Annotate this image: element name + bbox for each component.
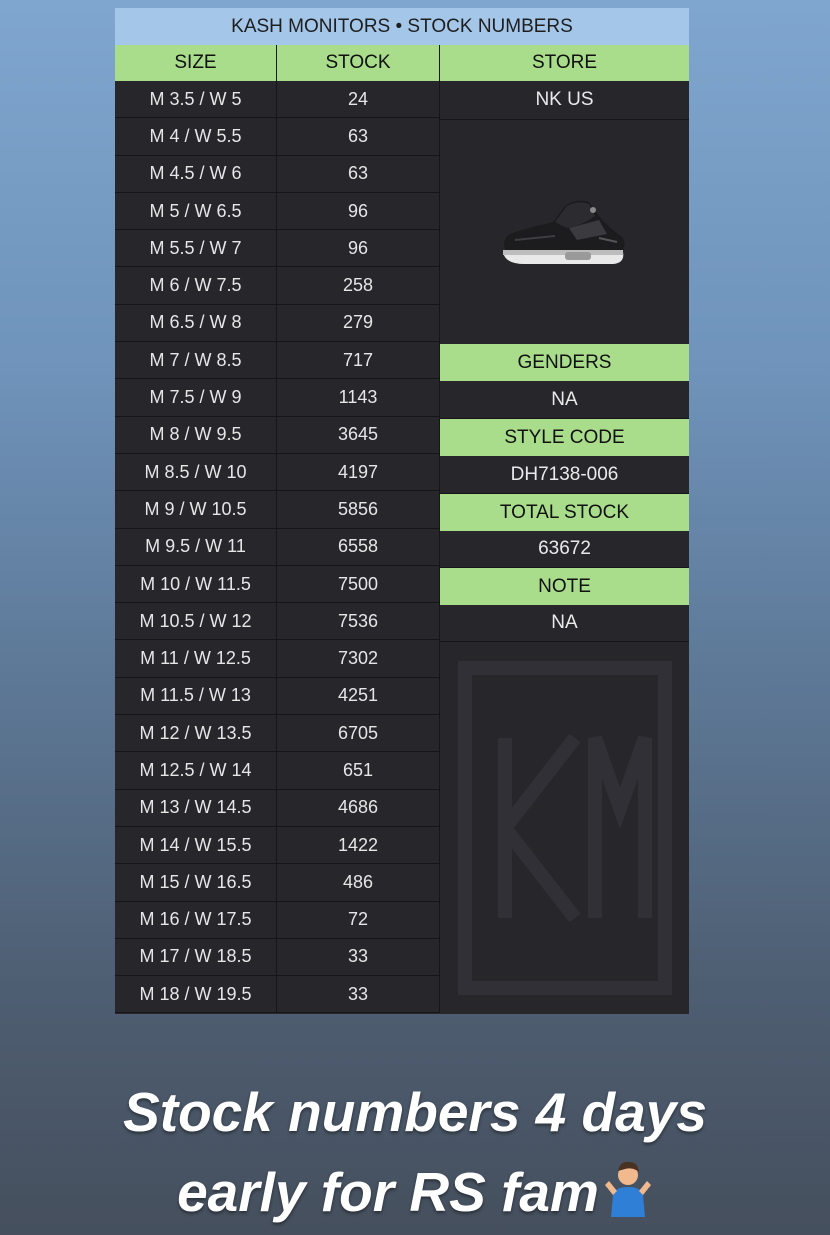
- size-cell: M 9 / W 10.5: [115, 491, 277, 528]
- size-cell: M 18 / W 19.5: [115, 976, 277, 1013]
- size-cell: M 12.5 / W 14: [115, 752, 277, 789]
- header-store: STORE: [440, 45, 689, 81]
- person-shrugging-emoji: [604, 1161, 651, 1217]
- style-code-label: STYLE CODE: [440, 419, 689, 456]
- product-image-cell: [440, 120, 689, 345]
- caption-line-2-text: early for RS fam: [177, 1161, 599, 1223]
- stock-cell: 7302: [277, 640, 440, 677]
- stock-cell: 6705: [277, 715, 440, 752]
- table-row: M 11.5 / W 13 4251: [115, 677, 440, 716]
- size-cell: M 3.5 / W 5: [115, 81, 277, 118]
- size-cell: M 12 / W 13.5: [115, 715, 277, 752]
- table-row: M 12.5 / W 14 651: [115, 752, 440, 790]
- stock-cell: 7500: [277, 565, 440, 603]
- size-cell: M 10 / W 11.5: [115, 565, 277, 603]
- table-row: M 11 / W 12.5 7302: [115, 640, 440, 678]
- genders-label: GENDERS: [440, 344, 689, 381]
- table-row: M 3.5 / W 5 24: [115, 81, 440, 119]
- note-value: NA: [440, 605, 689, 642]
- total-stock-value: 63672: [440, 531, 689, 568]
- size-cell: M 4.5 / W 6: [115, 155, 277, 192]
- caption-line-1: Stock numbers 4 days: [123, 1081, 707, 1143]
- store-value: NK US: [440, 81, 689, 120]
- table-row: M 7 / W 8.5 717: [115, 342, 440, 380]
- size-cell: M 11 / W 12.5: [115, 640, 277, 677]
- table-row: M 6.5 / W 8 279: [115, 304, 440, 343]
- stock-cell: 651: [277, 752, 440, 789]
- stock-cell: 279: [277, 304, 440, 342]
- size-cell: M 8.5 / W 10: [115, 453, 277, 491]
- stock-cell: 63: [277, 155, 440, 192]
- stock-cell: 96: [277, 230, 440, 267]
- table-row: M 10.5 / W 12 7536: [115, 603, 440, 641]
- stock-cell: 5856: [277, 491, 440, 528]
- stock-cell: 258: [277, 267, 440, 304]
- stock-cell: 7536: [277, 603, 440, 640]
- table-row: M 18 / W 19.5 33: [115, 976, 440, 1014]
- stock-cell: 24: [277, 81, 440, 118]
- table-row: M 10 / W 11.5 7500: [115, 565, 440, 604]
- stock-cell: 4251: [277, 677, 440, 715]
- stock-cell: 4197: [277, 453, 440, 491]
- table-row: M 5 / W 6.5 96: [115, 192, 440, 231]
- size-cell: M 5 / W 6.5: [115, 192, 277, 230]
- table-row: M 5.5 / W 7 96: [115, 230, 440, 268]
- table-row: M 4 / W 5.5 63: [115, 118, 440, 156]
- table-row: M 15 / W 16.5 486: [115, 864, 440, 902]
- size-cell: M 16 / W 17.5: [115, 901, 277, 938]
- size-cell: M 7.5 / W 9: [115, 379, 277, 416]
- table-row: M 6 / W 7.5 258: [115, 267, 440, 305]
- total-stock-label: TOTAL STOCK: [440, 494, 689, 531]
- sneaker-image: [502, 200, 625, 264]
- note-label: NOTE: [440, 568, 689, 605]
- table-row: M 8.5 / W 10 4197: [115, 453, 440, 492]
- watermark-logo: [445, 648, 685, 1008]
- size-cell: M 14 / W 15.5: [115, 826, 277, 864]
- caption-line-2: early for RS fam: [0, 1152, 830, 1232]
- table-row: M 16 / W 17.5 72: [115, 901, 440, 939]
- size-cell: M 6.5 / W 8: [115, 304, 277, 342]
- style-code-value: DH7138-006: [440, 456, 689, 494]
- size-cell: M 8 / W 9.5: [115, 416, 277, 453]
- genders-value: NA: [440, 381, 689, 419]
- table-row: M 9.5 / W 11 6558: [115, 528, 440, 566]
- size-cell: M 5.5 / W 7: [115, 230, 277, 267]
- size-cell: M 15 / W 16.5: [115, 864, 277, 901]
- stock-cell: 3645: [277, 416, 440, 453]
- stock-cell: 4686: [277, 789, 440, 826]
- sheet-title: KASH MONITORS • STOCK NUMBERS: [115, 8, 689, 46]
- size-cell: M 9.5 / W 11: [115, 528, 277, 565]
- stock-cell: 63: [277, 118, 440, 155]
- header-stock: STOCK: [277, 45, 440, 81]
- size-cell: M 11.5 / W 13: [115, 677, 277, 715]
- stock-cell: 717: [277, 342, 440, 379]
- table-row: M 4.5 / W 6 63: [115, 155, 440, 193]
- stock-cell: 6558: [277, 528, 440, 565]
- size-cell: M 4 / W 5.5: [115, 118, 277, 155]
- stock-cell: 1143: [277, 379, 440, 416]
- header-size: SIZE: [115, 45, 277, 81]
- size-cell: M 17 / W 18.5: [115, 938, 277, 976]
- story-caption: Stock numbers 4 days early for RS fam: [0, 1072, 830, 1232]
- table-row: M 9 / W 10.5 5856: [115, 491, 440, 529]
- table-row: M 8 / W 9.5 3645: [115, 416, 440, 454]
- stock-cell: 72: [277, 901, 440, 938]
- table-row: M 7.5 / W 9 1143: [115, 379, 440, 417]
- size-cell: M 10.5 / W 12: [115, 603, 277, 640]
- table-row: M 13 / W 14.5 4686: [115, 789, 440, 827]
- table-row: M 14 / W 15.5 1422: [115, 826, 440, 865]
- size-cell: M 7 / W 8.5: [115, 342, 277, 379]
- table-row: M 17 / W 18.5 33: [115, 938, 440, 977]
- stock-cell: 96: [277, 192, 440, 230]
- stock-cell: 33: [277, 938, 440, 976]
- stock-sheet: KASH MONITORS • STOCK NUMBERS SIZE STOCK…: [115, 8, 689, 1014]
- stock-cell: 486: [277, 864, 440, 901]
- stock-cell: 33: [277, 976, 440, 1013]
- size-stock-table: M 3.5 / W 5 24 M 4 / W 5.5 63 M 4.5 / W 6 63 M…: [115, 81, 440, 1014]
- size-cell: M 6 / W 7.5: [115, 267, 277, 304]
- table-row: M 12 / W 13.5 6705: [115, 715, 440, 753]
- stock-cell: 1422: [277, 826, 440, 864]
- size-cell: M 13 / W 14.5: [115, 789, 277, 826]
